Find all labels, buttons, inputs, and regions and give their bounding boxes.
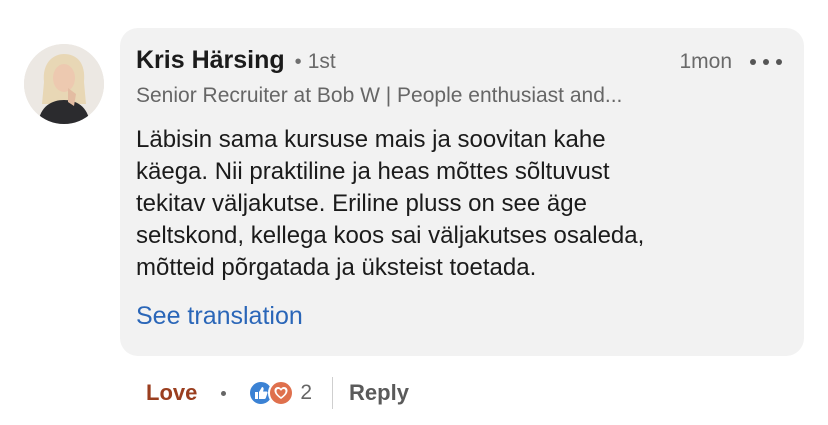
separator-dot: • [294,51,302,73]
comment-text: Läbisin sama kursuse mais ja soovitan ka… [136,126,645,281]
divider [332,377,334,409]
avatar-photo [24,44,104,124]
comment-timestamp: 1mon [679,50,732,73]
more-options-icon[interactable] [750,50,782,74]
reaction-button[interactable]: Love [146,380,197,406]
reaction-count[interactable]: 2 [300,381,312,405]
comment-actions: Love 2 Reply [146,374,409,412]
author-headline: Senior Recruiter at Bob W | People enthu… [136,84,623,107]
author-row: Kris Härsing • 1st [136,46,336,75]
connection-degree: 1st [307,50,336,73]
author-name[interactable]: Kris Härsing [136,46,285,75]
avatar[interactable] [24,44,104,124]
reactions-summary[interactable] [248,378,296,408]
more-dot [750,59,756,65]
more-dot [776,59,782,65]
see-translation-link[interactable]: See translation [136,302,303,331]
comment-bubble: Kris Härsing • 1st Senior Recruiter at B… [120,28,804,356]
reply-button[interactable]: Reply [349,380,409,406]
love-reaction-icon [268,380,295,406]
separator-dot [221,390,227,396]
more-dot [763,59,769,65]
